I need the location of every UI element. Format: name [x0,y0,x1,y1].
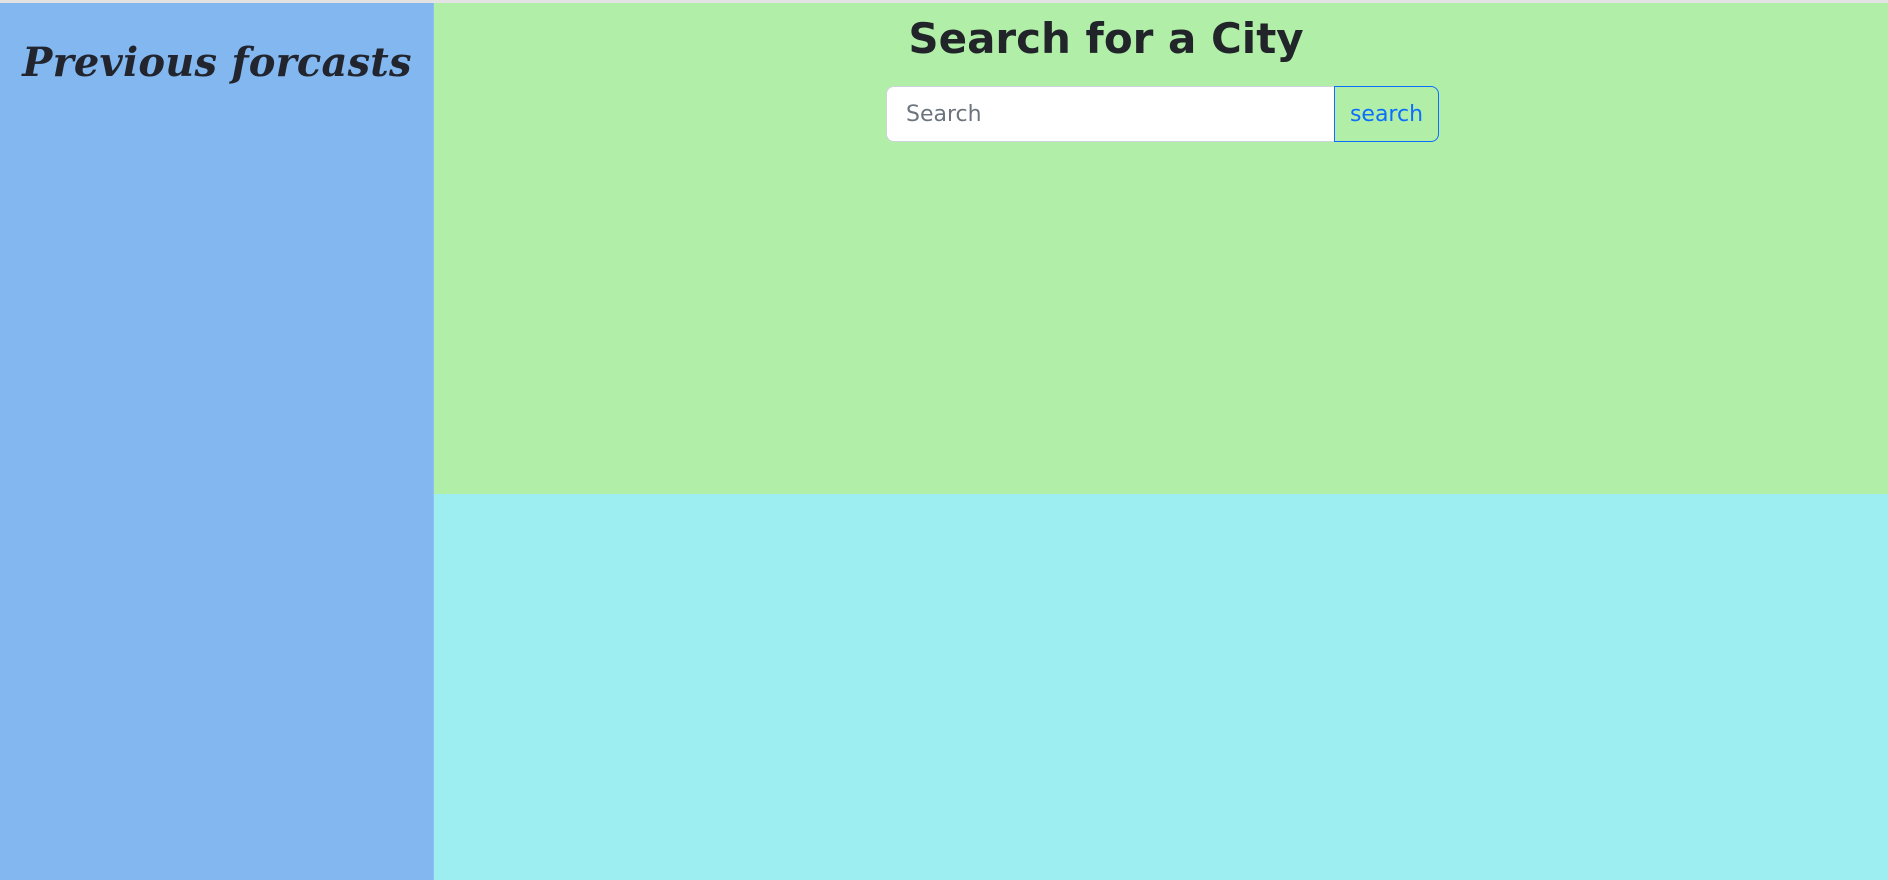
search-button[interactable]: search [1334,86,1439,142]
search-form: search [886,86,1439,142]
forecast-results-panel [434,494,1888,880]
search-panel: Search for a City search [434,3,1888,494]
search-input[interactable] [886,86,1334,142]
page-title: Search for a City [908,14,1304,63]
history-sidebar: Previous forcasts [0,3,434,880]
sidebar-title: Previous forcasts [22,39,412,86]
